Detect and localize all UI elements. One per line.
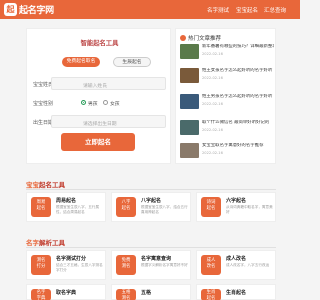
article-item[interactable]: 女宝宝取名字寓意好的名字推荐 2022-02-16 — [180, 142, 274, 162]
hot-articles-panel: 热门文章推荐 新年番薯有哪些的技巧？详细最新整理 2022-02-16 姓王女孩… — [175, 28, 276, 164]
tool-card[interactable]: 生肖 起名 生肖起名 — [196, 284, 276, 300]
tool-title: 名字测试打分 — [56, 256, 87, 262]
gender-boy-label: 男孩 — [88, 102, 98, 107]
article-thumbnail — [180, 120, 199, 135]
tool-card[interactable]: 周易 起名 周易起名 根据宝宝生辰八字，五行属性，结合周易起名 — [26, 192, 106, 222]
article-date: 2022-02-16 — [202, 150, 223, 155]
birth-label: 出生日期 — [33, 120, 54, 126]
tool-icon: 生肖 起名 — [201, 289, 221, 300]
birth-date-input[interactable]: 请选择出生日期 — [51, 115, 166, 128]
tool-desc: 根据字义解析名字寓意好不好 — [141, 263, 188, 267]
surname-input[interactable]: 请输入姓氏 — [51, 77, 166, 90]
tool-title: 周易起名 — [56, 198, 77, 204]
article-date: 2022-02-16 — [202, 75, 223, 80]
logo-text: 起名字网 — [19, 6, 54, 16]
nav-link-name-test[interactable]: 名字测试 — [207, 6, 229, 14]
tool-card[interactable]: 成人 改名 成人改名 成人改名字，八字五行改运 — [196, 250, 276, 280]
section-divider — [26, 247, 276, 248]
tab-free-naming[interactable]: 免费起名取名 — [62, 57, 100, 67]
nav-link-summary[interactable]: 汇总查询 — [264, 6, 286, 14]
hot-articles-header: 热门文章推荐 — [180, 34, 221, 42]
tool-icon: 名字 字典 — [31, 289, 51, 300]
fire-icon — [180, 35, 186, 41]
tool-card[interactable]: 免费 测名 名字寓意查询 根据字义解析名字寓意好不好 — [111, 250, 191, 280]
birth-placeholder: 请选择出生日期 — [83, 122, 117, 127]
tool-icon: 诗词 起名 — [201, 197, 221, 217]
tool-icon: 免费 测名 — [116, 255, 136, 275]
analysis-tools-section-title: 名字解析工具 — [26, 239, 65, 247]
gender-girl-radio[interactable] — [103, 100, 108, 105]
tool-desc: 成人改名字，八字五行改运 — [226, 263, 270, 267]
article-item[interactable]: 姓王女孩名字怎么起好听的名字好听 2022-02-16 — [180, 67, 274, 87]
tool-desc: 从诗词典籍中取名字，寓意美好 — [226, 205, 273, 214]
tool-desc: 根据宝宝生辰八字，结合五行喜用神起名 — [141, 205, 188, 214]
article-date: 2022-02-16 — [202, 127, 223, 132]
site-logo[interactable]: 起 起名字网 — [4, 3, 54, 16]
gender-boy-radio[interactable] — [81, 100, 86, 105]
form-title: 智能起名工具 — [80, 40, 119, 47]
tool-title: 八字起名 — [141, 198, 162, 204]
tool-title: 生肖起名 — [226, 290, 247, 296]
tool-desc: 结合三才五格，生辰八字测名字打分 — [56, 263, 103, 272]
article-thumbnail — [180, 68, 199, 83]
article-thumbnail — [180, 143, 199, 158]
logo-mark: 起 — [4, 3, 17, 16]
nav-link-baby-naming[interactable]: 宝宝起名 — [236, 6, 258, 14]
article-title: 女宝宝取名字寓意好的名字推荐 — [202, 143, 264, 148]
article-thumbnail — [180, 94, 199, 109]
tool-card[interactable]: 名字 字典 取名字典 — [26, 284, 106, 300]
tool-card[interactable]: 诗词 起名 六字起名 从诗词典籍中取名字，寓意美好 — [196, 192, 276, 222]
article-item[interactable]: 取个什么微信名 最简单好听好记的 2022-02-16 — [180, 119, 274, 139]
gender-girl-label: 女孩 — [110, 102, 120, 107]
tool-card[interactable]: 测名 打分 名字测试打分 结合三才五格，生辰八字测名字打分 — [26, 250, 106, 280]
article-item[interactable]: 姓王男孩名字怎么起好听的名字好听 2022-02-16 — [180, 93, 274, 113]
tool-icon: 八字 起名 — [116, 197, 136, 217]
hot-articles-title: 热门文章推荐 — [188, 36, 222, 42]
baby-tools-section-title: 宝宝起名工具 — [26, 181, 65, 189]
tool-title: 六字起名 — [226, 198, 247, 204]
section-divider — [26, 189, 276, 190]
tool-title: 取名字典 — [56, 290, 77, 296]
article-title: 姓王女孩名字怎么起好听的名字好听 — [202, 68, 273, 73]
tab-birth-naming[interactable]: 生辰起名 — [113, 57, 151, 67]
tool-desc: 根据宝宝生辰八字，五行属性，结合周易起名 — [56, 205, 100, 214]
article-title: 新年番薯有哪些的技巧？详细最新整理 — [202, 44, 274, 49]
submit-naming-button[interactable]: 立即起名 — [61, 133, 135, 151]
surname-placeholder: 请输入姓氏 — [83, 84, 107, 89]
tool-card[interactable]: 五格 测名 五格 — [111, 284, 191, 300]
tool-card[interactable]: 八字 起名 八字起名 根据宝宝生辰八字，结合五行喜用神起名 — [111, 192, 191, 222]
gender-label: 宝宝性别 — [33, 101, 54, 107]
article-title: 取个什么微信名 最简单好听好记的 — [202, 120, 270, 125]
tool-title: 名字寓意查询 — [141, 256, 172, 262]
naming-form-panel: 智能起名工具 免费起名取名 生辰起名 宝宝姓氏 请输入姓氏 宝宝性别 男孩 女孩… — [26, 28, 171, 164]
tool-icon: 五格 测名 — [116, 289, 136, 300]
tool-icon: 测名 打分 — [31, 255, 51, 275]
tool-title: 五格 — [141, 290, 152, 296]
article-thumbnail — [180, 44, 199, 59]
tool-icon: 成人 改名 — [201, 255, 221, 275]
article-date: 2022-02-16 — [202, 101, 223, 106]
article-title: 姓王男孩名字怎么起好听的名字好听 — [202, 94, 273, 99]
tool-title: 成人改名 — [226, 256, 247, 262]
article-date: 2022-02-16 — [202, 51, 223, 56]
article-item[interactable]: 新年番薯有哪些的技巧？详细最新整理 2022-02-16 — [180, 43, 274, 63]
tool-icon: 周易 起名 — [31, 197, 51, 217]
top-header: 起 起名字网 名字测试 宝宝起名 汇总查询 — [0, 0, 300, 19]
surname-label: 宝宝姓氏 — [33, 82, 54, 88]
